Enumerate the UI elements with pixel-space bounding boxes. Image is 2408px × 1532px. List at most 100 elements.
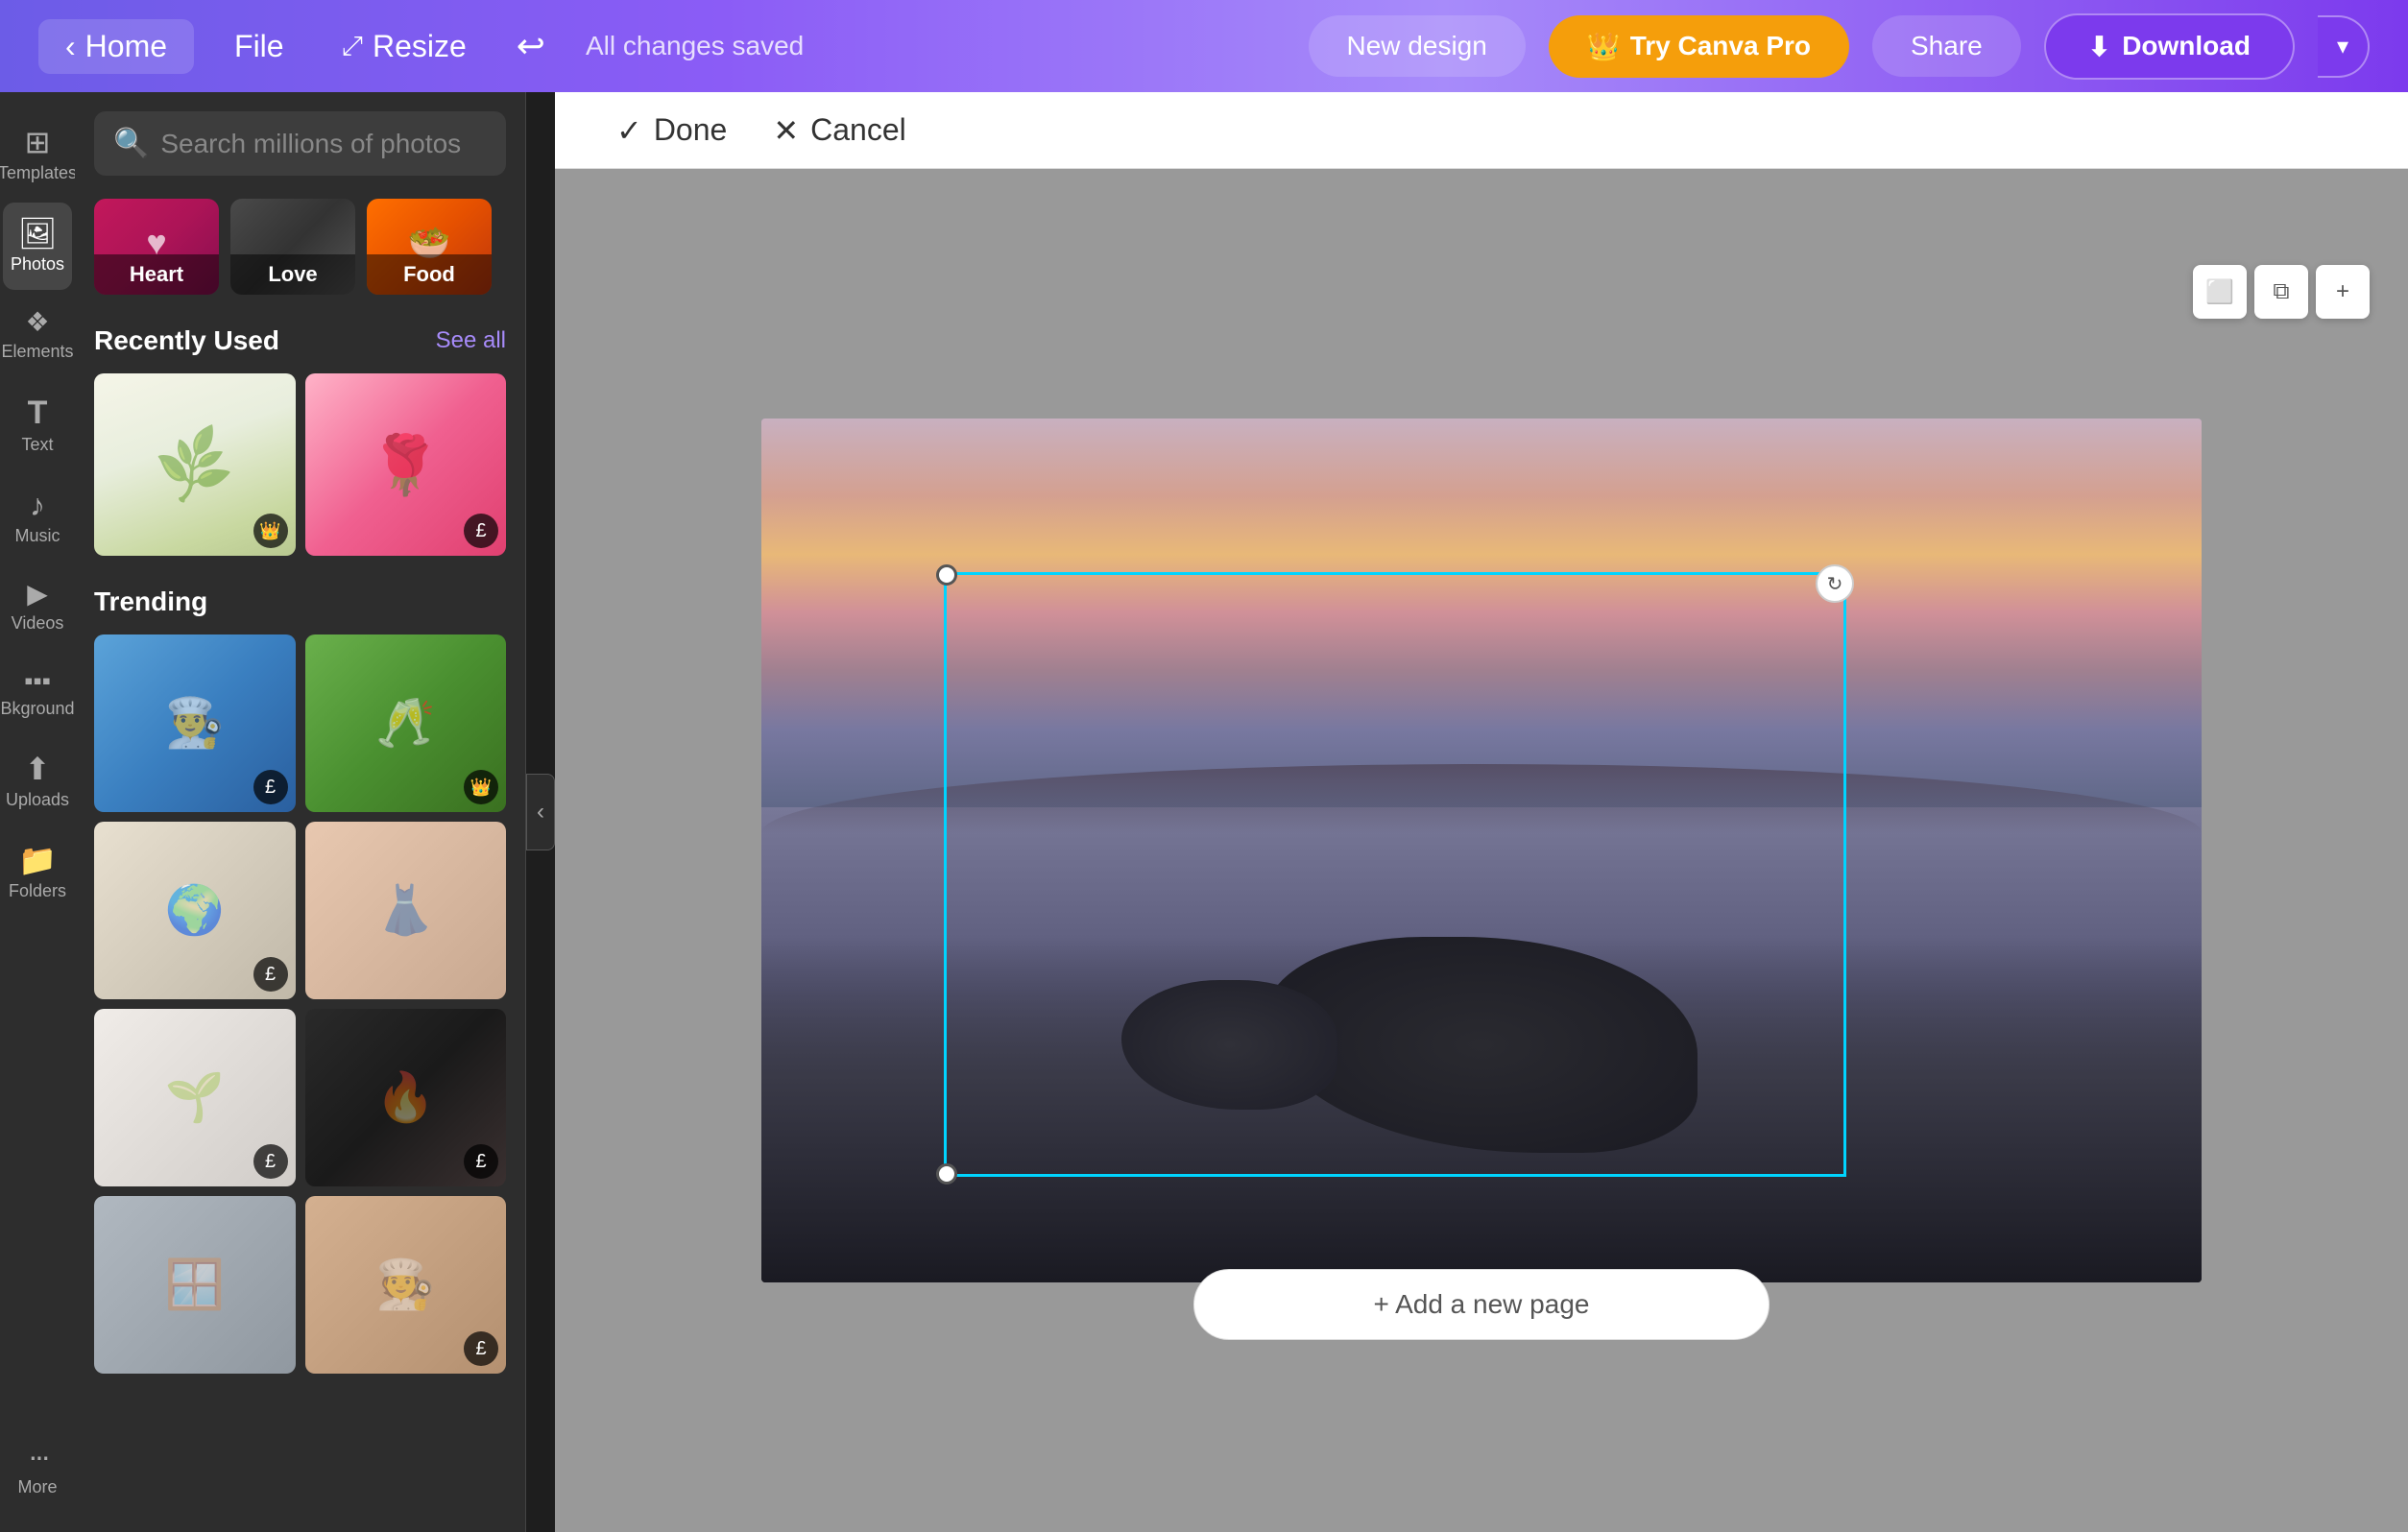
folders-icon: 📁 xyxy=(18,845,57,875)
download-icon: ⬇ xyxy=(2088,31,2110,62)
uploads-icon: ⬆ xyxy=(25,754,51,784)
trending-photo-5[interactable]: 🌱 £ xyxy=(94,1009,296,1186)
sidebar-item-folders[interactable]: 📁 Folders xyxy=(3,829,72,917)
sidebar-item-videos[interactable]: ▶ Videos xyxy=(3,565,72,649)
done-label: Done xyxy=(654,112,728,148)
checkmark-icon: ✓ xyxy=(616,112,642,149)
trending-grid: 👨‍🍳 £ 🥂 👑 🌍 £ 👗 🌱 £ 🔥 £ xyxy=(94,634,506,1374)
more-label: More xyxy=(17,1477,57,1497)
crown-badge-1: 👑 xyxy=(253,514,288,548)
crown-badge-t2: 👑 xyxy=(464,770,498,804)
elements-label: Elements xyxy=(1,342,73,362)
copy-icon: ⧉ xyxy=(2273,278,2289,305)
photos-panel: 🔍 ♥ Heart Love 🥗 Food › xyxy=(75,92,526,1532)
duplicate-frame-button[interactable]: ⬜ xyxy=(2193,265,2247,319)
share-button[interactable]: Share xyxy=(1872,15,2021,77)
search-icon: 🔍 xyxy=(113,127,149,160)
resize-icon: ⤢ xyxy=(342,31,363,62)
add-new-page-button[interactable]: + Add a new page xyxy=(1193,1269,1770,1340)
trending-photo-8[interactable]: 🧑‍🍳 £ xyxy=(305,1196,507,1374)
pound-badge-t8: £ xyxy=(464,1331,498,1366)
copy-button[interactable]: ⧉ xyxy=(2254,265,2308,319)
action-bar: ✓ Done ✕ Cancel xyxy=(555,92,2408,169)
background-label: Bkground xyxy=(0,699,74,719)
chevron-down-icon: ▾ xyxy=(2337,34,2348,60)
sidebar-item-uploads[interactable]: ⬆ Uploads xyxy=(3,738,72,826)
trending-header: Trending xyxy=(94,586,506,617)
text-label: Text xyxy=(21,435,53,455)
search-bar: 🔍 xyxy=(94,111,506,176)
sidebar-item-more[interactable]: ··· More xyxy=(3,1425,72,1513)
add-page-label: + Add a new page xyxy=(1374,1289,1590,1319)
recently-used-title: Recently Used xyxy=(94,325,279,356)
download-label: Download xyxy=(2122,31,2251,61)
home-button[interactable]: ‹ Home xyxy=(38,19,194,74)
trending-title: Trending xyxy=(94,586,207,617)
chevron-left-icon: ‹ xyxy=(65,29,76,64)
trending-photo-3[interactable]: 🌍 £ xyxy=(94,822,296,999)
trending-photo-4[interactable]: 👗 xyxy=(305,822,507,999)
frame-icon: ⬜ xyxy=(2205,278,2234,306)
done-button[interactable]: ✓ Done xyxy=(593,97,750,164)
saved-status: All changes saved xyxy=(586,31,804,61)
file-label: File xyxy=(234,29,284,64)
cancel-label: Cancel xyxy=(810,112,906,148)
canvas-photo[interactable]: ↻ xyxy=(761,419,2202,1282)
resize-button[interactable]: ⤢ Resize xyxy=(325,19,484,74)
category-love-label: Love xyxy=(230,254,355,295)
sidebar-item-background[interactable]: ▪▪▪ Bkground xyxy=(3,653,72,734)
recently-used-photo-1[interactable]: 🌿 👑 xyxy=(94,373,296,556)
new-design-button[interactable]: New design xyxy=(1309,15,1526,77)
download-button[interactable]: ⬇ Download xyxy=(2044,13,2295,80)
more-icon: ··· xyxy=(28,1441,47,1472)
recently-used-photo-2[interactable]: 🌹 £ xyxy=(305,373,507,556)
elements-icon: ❖ xyxy=(25,309,49,336)
background-icon: ▪▪▪ xyxy=(24,668,51,693)
main-layout: ⊞ Templates 🖼 Photos ❖ Elements T Text ♪… xyxy=(0,92,2408,1532)
pound-badge-t6: £ xyxy=(464,1144,498,1179)
file-button[interactable]: File xyxy=(217,19,301,74)
category-heart[interactable]: ♥ Heart xyxy=(94,199,219,295)
pound-badge-t1: £ xyxy=(253,770,288,804)
top-nav: ‹ Home File ⤢ Resize ↩ All changes saved… xyxy=(0,0,2408,92)
canvas-viewport: ⬜ ⧉ + xyxy=(555,169,2408,1532)
sidebar-item-photos[interactable]: 🖼 Photos xyxy=(3,203,72,290)
category-food-label: Food xyxy=(367,254,492,295)
sidebar-item-text[interactable]: T Text xyxy=(3,381,72,470)
new-design-label: New design xyxy=(1347,31,1487,60)
category-heart-label: Heart xyxy=(94,254,219,295)
undo-button[interactable]: ↩ xyxy=(507,16,555,76)
trending-photo-2[interactable]: 🥂 👑 xyxy=(305,634,507,812)
folders-label: Folders xyxy=(9,881,66,901)
see-all-button[interactable]: See all xyxy=(436,327,506,354)
share-label: Share xyxy=(1911,31,1983,60)
sidebar-item-elements[interactable]: ❖ Elements xyxy=(3,294,72,377)
pound-badge-t3: £ xyxy=(253,957,288,992)
category-row: ♥ Heart Love 🥗 Food › xyxy=(94,199,506,299)
crown-icon: 👑 xyxy=(1587,31,1621,62)
try-pro-label: Try Canva Pro xyxy=(1630,31,1811,61)
category-food[interactable]: 🥗 Food xyxy=(367,199,492,295)
try-pro-button[interactable]: 👑 Try Canva Pro xyxy=(1549,15,1849,78)
add-button[interactable]: + xyxy=(2316,265,2370,319)
icon-sidebar: ⊞ Templates 🖼 Photos ❖ Elements T Text ♪… xyxy=(0,92,75,1532)
x-icon: ✕ xyxy=(773,112,799,149)
trending-photo-1[interactable]: 👨‍🍳 £ xyxy=(94,634,296,812)
category-love[interactable]: Love xyxy=(230,199,355,295)
search-input[interactable] xyxy=(160,129,507,159)
sidebar-item-music[interactable]: ♪ Music xyxy=(3,474,72,562)
pound-badge-t5: £ xyxy=(253,1144,288,1179)
category-next-button[interactable]: › xyxy=(503,224,506,270)
music-icon: ♪ xyxy=(30,490,45,520)
videos-label: Videos xyxy=(12,613,64,634)
home-label: Home xyxy=(85,29,167,64)
canvas-toolbar: ⬜ ⧉ + xyxy=(2193,265,2370,319)
sidebar-item-templates[interactable]: ⊞ Templates xyxy=(3,111,72,199)
cancel-button[interactable]: ✕ Cancel xyxy=(750,97,928,164)
trending-photo-6[interactable]: 🔥 £ xyxy=(305,1009,507,1186)
trending-photo-7[interactable]: 🪟 xyxy=(94,1196,296,1374)
download-dropdown-button[interactable]: ▾ xyxy=(2318,15,2370,78)
photos-icon: 🖼 xyxy=(18,218,58,249)
hide-panel-button[interactable]: ‹ xyxy=(526,774,555,850)
uploads-label: Uploads xyxy=(6,790,69,810)
